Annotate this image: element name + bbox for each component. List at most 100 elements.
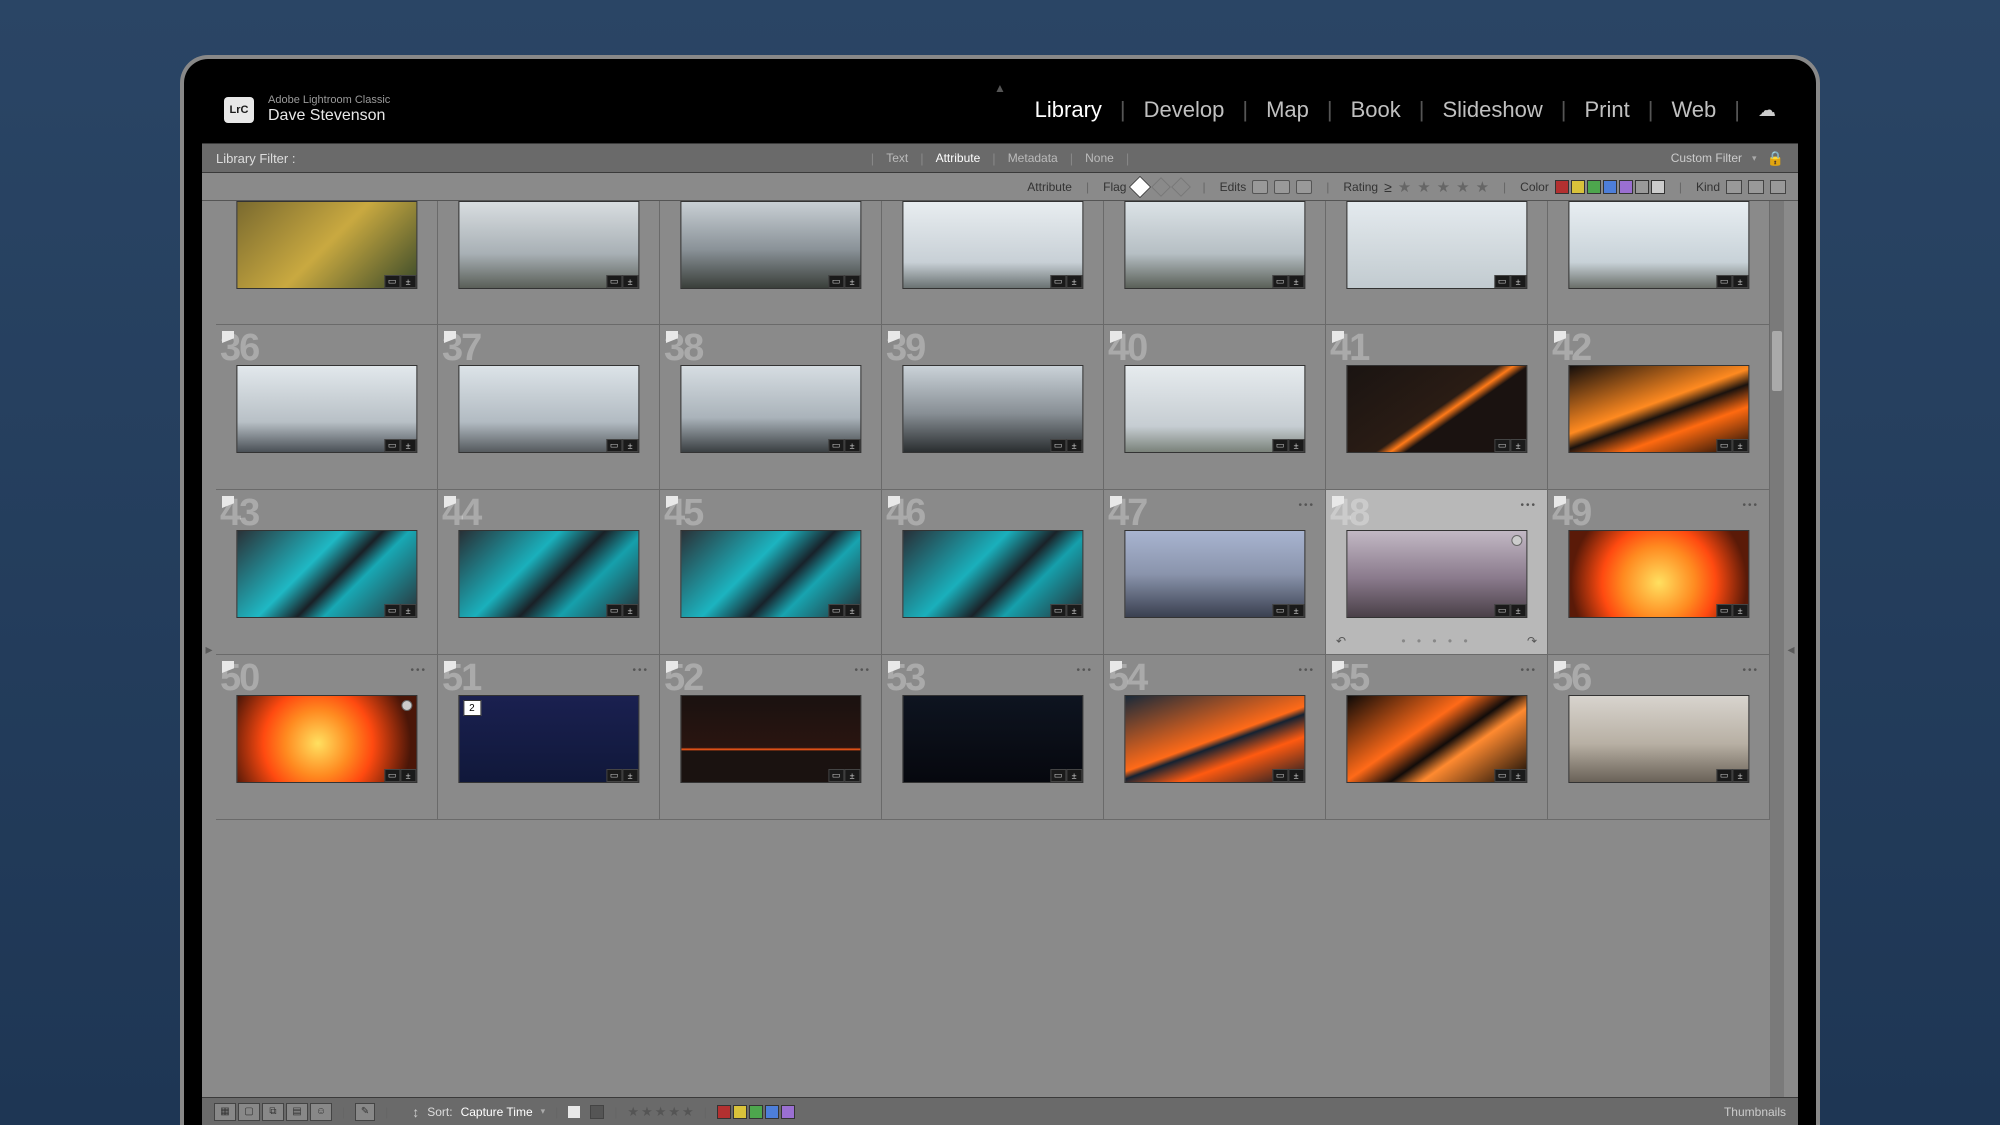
chevron-down-icon[interactable]: ▾ <box>541 1106 546 1117</box>
thumbnail-image[interactable]: ▭± <box>902 695 1083 783</box>
thumbnail-image[interactable]: ▭± <box>680 365 861 453</box>
thumbnail-image[interactable]: ▭± <box>902 201 1083 289</box>
nav-slideshow[interactable]: Slideshow <box>1424 97 1560 123</box>
thumbnail-cell[interactable]: 49•••▭± <box>1548 490 1770 655</box>
color-swatch-5[interactable] <box>1635 180 1649 194</box>
stack-count-badge[interactable]: 2 <box>463 700 481 716</box>
thumbnail-cell[interactable]: 55•••▭± <box>1326 655 1548 820</box>
thumbnail-cell[interactable]: 46▭± <box>882 490 1104 655</box>
people-view-icon[interactable]: ☺ <box>310 1103 332 1121</box>
thumbnail-cell[interactable]: 52•••▭± <box>660 655 882 820</box>
thumbnail-cell[interactable]: ▭± <box>882 201 1104 325</box>
rating-star-3[interactable]: ★ <box>1437 178 1450 196</box>
thumbnail-cell[interactable]: ▭± <box>660 201 882 325</box>
more-icon[interactable]: ••• <box>1520 665 1537 676</box>
kind-photo-icon[interactable] <box>1726 180 1742 194</box>
more-icon[interactable]: ••• <box>1520 500 1537 511</box>
thumbnail-image[interactable]: ▭± <box>236 695 417 783</box>
bottom-star-2[interactable]: ★ <box>641 1104 653 1120</box>
thumbnail-cell[interactable]: 38▭± <box>660 325 882 490</box>
thumbnail-image[interactable]: ▭± <box>1124 695 1305 783</box>
bottom-star-1[interactable]: ★ <box>627 1104 639 1120</box>
thumbnail-cell[interactable]: ▭± <box>438 201 660 325</box>
nav-map[interactable]: Map <box>1248 97 1327 123</box>
kind-virtual-icon[interactable] <box>1748 180 1764 194</box>
thumbnail-image[interactable]: ▭± <box>1568 201 1749 289</box>
thumbnail-image[interactable]: ▭± <box>236 365 417 453</box>
thumbnail-image[interactable]: ▭± <box>1568 365 1749 453</box>
thumbnail-image[interactable]: ▭± <box>458 365 639 453</box>
more-icon[interactable]: ••• <box>1298 500 1315 511</box>
thumbnail-image[interactable]: ▭± <box>1568 695 1749 783</box>
thumbnail-image[interactable]: ▭± <box>680 530 861 618</box>
thumbnail-image[interactable]: ▭± <box>458 530 639 618</box>
thumbnail-image[interactable]: ▭± <box>236 201 417 289</box>
more-icon[interactable]: ••• <box>632 665 649 676</box>
left-panel-handle[interactable]: ▸ <box>202 201 216 1097</box>
thumbnail-image[interactable]: ▭±2 <box>458 695 639 783</box>
thumbnail-image[interactable]: ▭± <box>1124 530 1305 618</box>
thumbnail-cell[interactable]: 41▭± <box>1326 325 1548 490</box>
thumbnail-cell[interactable]: 44▭± <box>438 490 660 655</box>
right-panel-handle[interactable]: ◂ <box>1784 201 1798 1097</box>
filter-tab-attribute[interactable]: Attribute <box>926 151 991 165</box>
bottom-star-4[interactable]: ★ <box>668 1104 680 1120</box>
sort-direction-icon[interactable]: ↕ <box>412 1104 419 1120</box>
cloud-sync-icon[interactable]: ☁ <box>1758 100 1776 121</box>
thumbnail-cell[interactable]: ▭± <box>1326 201 1548 325</box>
nav-web[interactable]: Web <box>1653 97 1734 123</box>
thumbnail-image[interactable]: ▭± <box>1346 365 1527 453</box>
thumbnail-cell[interactable]: 50•••▭± <box>216 655 438 820</box>
more-icon[interactable]: ••• <box>410 665 427 676</box>
more-icon[interactable]: ••• <box>1298 665 1315 676</box>
color-swatch-3[interactable] <box>1603 180 1617 194</box>
flag-rejected-icon[interactable] <box>1172 177 1192 197</box>
bottom-color-swatch-1[interactable] <box>733 1105 747 1119</box>
thumbnail-image[interactable]: ▭± <box>1346 530 1527 618</box>
flag-unflagged-icon[interactable] <box>1152 177 1172 197</box>
scrollbar[interactable] <box>1770 201 1784 1097</box>
bottom-star-3[interactable]: ★ <box>655 1104 667 1120</box>
kind-video-icon[interactable] <box>1770 180 1786 194</box>
more-icon[interactable]: ••• <box>1742 500 1759 511</box>
thumbnail-image[interactable]: ▭± <box>458 201 639 289</box>
color-swatch-4[interactable] <box>1619 180 1633 194</box>
lock-icon[interactable]: 🔒 <box>1767 150 1784 167</box>
rating-star-1[interactable]: ★ <box>1398 178 1411 196</box>
custom-filter-label[interactable]: Custom Filter <box>1671 151 1742 165</box>
thumbnail-cell[interactable]: ▭± <box>1548 201 1770 325</box>
rotate-right-icon[interactable]: ↷ <box>1527 634 1537 648</box>
bottom-color-swatch-2[interactable] <box>749 1105 763 1119</box>
thumbnail-cell[interactable]: 56•••▭± <box>1548 655 1770 820</box>
bottom-star-5[interactable]: ★ <box>682 1104 694 1120</box>
nav-book[interactable]: Book <box>1333 97 1419 123</box>
thumbnail-cell[interactable]: 39▭± <box>882 325 1104 490</box>
flag-mini-icon[interactable] <box>568 1106 580 1118</box>
thumbnail-cell[interactable]: ▭± <box>216 201 438 325</box>
rating-gte-icon[interactable]: ≥ <box>1384 179 1392 195</box>
grid-view-icon[interactable]: ▦ <box>214 1103 236 1121</box>
color-swatch-2[interactable] <box>1587 180 1601 194</box>
filter-tab-none[interactable]: None <box>1075 151 1124 165</box>
thumbnail-cell[interactable]: 45▭± <box>660 490 882 655</box>
thumbnail-cell[interactable]: ▭± <box>1104 201 1326 325</box>
nav-print[interactable]: Print <box>1566 97 1647 123</box>
thumbnail-image[interactable]: ▭± <box>680 201 861 289</box>
thumbnail-cell[interactable]: 37▭± <box>438 325 660 490</box>
edits-icon-2[interactable] <box>1274 180 1290 194</box>
bottom-color-swatch-3[interactable] <box>765 1105 779 1119</box>
thumbnail-cell[interactable]: 40▭± <box>1104 325 1326 490</box>
filter-tab-text[interactable]: Text <box>876 151 918 165</box>
rating-star-5[interactable]: ★ <box>1476 178 1489 196</box>
rating-star-2[interactable]: ★ <box>1417 178 1430 196</box>
chevron-down-icon[interactable]: ▾ <box>1752 153 1757 164</box>
thumbnail-image[interactable]: ▭± <box>1346 201 1527 289</box>
thumbnail-image[interactable]: ▭± <box>680 695 861 783</box>
thumbnail-cell[interactable]: 36▭± <box>216 325 438 490</box>
thumbnail-cell[interactable]: 48•••▭±↶• • • • •↷ <box>1326 490 1548 655</box>
painter-icon[interactable]: ✎ <box>355 1103 375 1121</box>
edits-icon-3[interactable] <box>1296 180 1312 194</box>
thumbnail-cell[interactable]: 54•••▭± <box>1104 655 1326 820</box>
thumbnail-image[interactable]: ▭± <box>1568 530 1749 618</box>
more-icon[interactable]: ••• <box>1076 665 1093 676</box>
